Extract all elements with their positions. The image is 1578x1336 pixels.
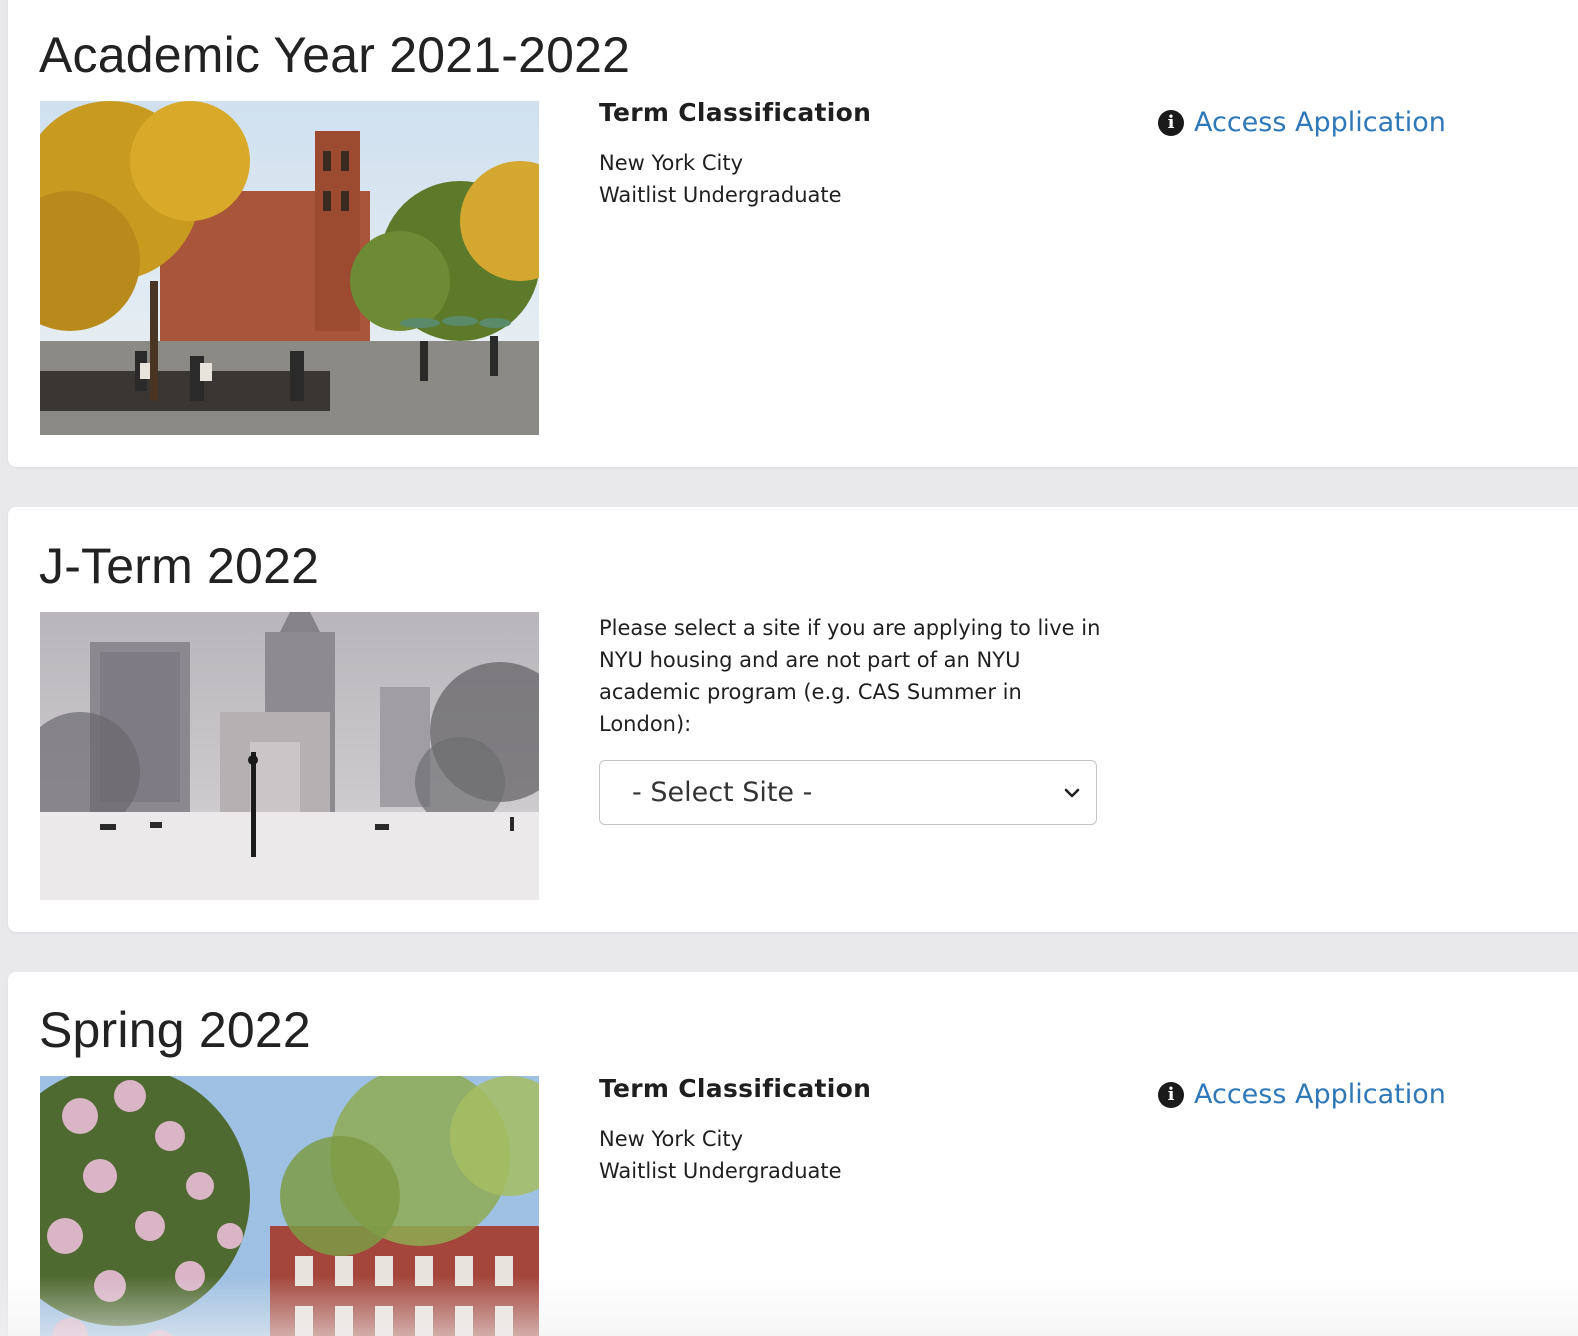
site-selection-note: Please select a site if you are applying… <box>599 616 1101 736</box>
housing-terms-page: Academic Year 2021-2022 Term Classificat… <box>0 0 1578 1336</box>
access-application-label: Access Application <box>1194 1079 1446 1110</box>
classification-location: New York City <box>599 1127 743 1151</box>
term-classification: Term Classification New York City Waitli… <box>599 98 1119 211</box>
chevron-down-icon <box>1064 788 1080 798</box>
access-application-link[interactable]: i Access Application <box>1158 1079 1446 1110</box>
classification-heading: Term Classification <box>599 98 872 127</box>
info-icon: i <box>1158 109 1184 136</box>
info-icon: i <box>1158 1081 1184 1108</box>
term-photo-fall <box>40 101 539 435</box>
term-card-academic-year: Academic Year 2021-2022 Term Classificat… <box>8 0 1578 467</box>
term-classification: Term Classification New York City Waitli… <box>599 1074 1119 1187</box>
term-title: Spring 2022 <box>39 1002 311 1058</box>
term-title: J-Term 2022 <box>39 538 320 594</box>
access-application-link[interactable]: i Access Application <box>1158 107 1446 138</box>
classification-location: New York City <box>599 151 743 175</box>
term-title: Academic Year 2021-2022 <box>39 27 631 83</box>
classification-type: Waitlist Undergraduate <box>599 183 842 207</box>
site-select-value: - Select Site - <box>632 777 813 808</box>
access-application-label: Access Application <box>1194 107 1446 138</box>
term-card-spring: Spring 2022 Term Classification New York… <box>8 972 1578 1336</box>
classification-type: Waitlist Undergraduate <box>599 1159 842 1183</box>
term-card-j-term: J-Term 2022 Please select a site if you … <box>8 507 1578 932</box>
classification-heading: Term Classification <box>599 1074 872 1103</box>
term-photo-spring <box>40 1076 539 1336</box>
term-photo-winter <box>40 612 539 900</box>
site-select-dropdown[interactable]: - Select Site - <box>599 760 1097 825</box>
